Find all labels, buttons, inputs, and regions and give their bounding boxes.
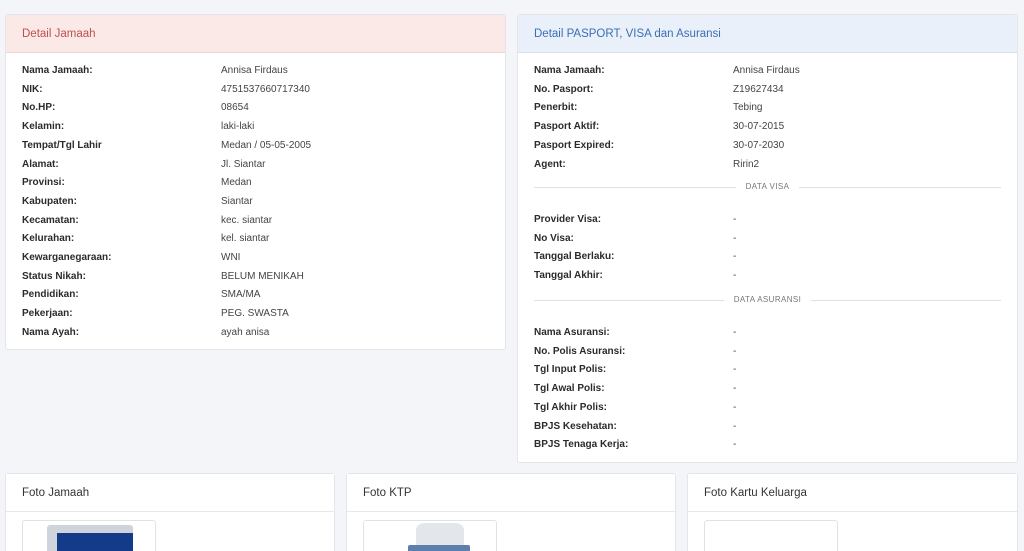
jamaah-field-label: Nama Jamaah: [22,65,93,76]
jamaah-field-label: Kecamatan: [22,214,79,226]
jamaah-field-label: Kelurahan: [22,233,75,245]
data-asuransi-divider: DATA ASURANSI [534,294,1001,306]
detail-jamaah-header: Detail Jamaah [6,15,505,53]
detail-paspor-card: Detail PASPORT, VISA dan Asuransi Nama J… [517,14,1018,463]
asuransi-field-value: - [733,327,737,338]
visa-field-value: - [733,270,737,282]
detail-paspor-header: Detail PASPORT, VISA dan Asuransi [518,15,1017,53]
paspor-field-label: Nama Jamaah: [534,65,605,76]
foto-kk-thumbnail[interactable] [704,520,838,551]
data-visa-divider: DATA VISA [534,181,1001,193]
jamaah-field-value: Medan [221,177,252,189]
jamaah-field-label: NIK: [22,83,43,95]
jamaah-field-label: Nama Ayah: [22,326,80,338]
visa-field-label: Tanggal Berlaku: [534,251,615,263]
paspor-field-label: No. Pasport: [534,83,594,95]
jamaah-field-value: PEG. SWASTA [221,308,289,320]
data-asuransi-label: DATA ASURANSI [723,294,812,306]
paspor-field-label: Agent: [534,158,566,170]
jamaah-field-value: BELUM MENIKAH [221,270,304,282]
jamaah-field-label: Kewarganegaraan: [22,252,112,263]
visa-field-value: - [733,214,737,225]
paspor-field-value: Tebing [733,102,763,114]
foto-ktp-thumbnail[interactable] [363,520,497,551]
paspor-field-value: 30-07-2015 [733,121,785,133]
jamaah-field-value: SMA/MA [221,289,261,301]
jamaah-field-value: Jl. Siantar [221,158,266,170]
jamaah-field-label: Tempat/Tgl Lahir [22,139,102,151]
foto-jamaah-card: Foto Jamaah [5,473,335,551]
jamaah-field-value: WNI [221,252,241,263]
asuransi-field-label: Tgl Awal Polis: [534,383,605,395]
jamaah-field-label: Kelamin: [22,121,65,133]
foto-ktp-header: Foto KTP [347,474,675,512]
asuransi-field-value: - [733,364,737,376]
foto-kk-header: Foto Kartu Keluarga [688,474,1017,512]
paspor-field-label: Pasport Expired: [534,139,615,151]
foto-jamaah-header: Foto Jamaah [6,474,334,512]
visa-field-value: - [733,251,737,263]
data-visa-label: DATA VISA [735,181,800,193]
visa-field-label: Provider Visa: [534,214,602,225]
jamaah-field-value: Annisa Firdaus [221,65,288,76]
foto-jamaah-image [47,525,133,551]
jamaah-field-value: 08654 [221,102,249,114]
jamaah-field-label: Pendidikan: [22,289,79,301]
visa-field-label: Tanggal Akhir: [534,270,603,282]
jamaah-field-value: Medan / 05-05-2005 [221,139,312,151]
jamaah-field-label: Kabupaten: [22,195,77,207]
asuransi-field-label: BPJS Kesehatan: [534,420,617,432]
jamaah-field-value: Siantar [221,195,253,207]
asuransi-field-value: - [733,420,737,432]
paspor-field-value: Annisa Firdaus [733,65,800,76]
asuransi-field-value: - [733,439,737,451]
foto-ktp-image [408,523,470,551]
jamaah-field-label: No.HP: [22,102,56,114]
jamaah-field-value: 4751537660717340 [221,83,310,95]
jamaah-field-value: laki-laki [221,121,255,133]
jamaah-field-value: kel. siantar [221,233,270,245]
paspor-field-value: 30-07-2030 [733,139,785,151]
jamaah-field-label: Pekerjaan: [22,308,73,320]
paspor-field-label: Penerbit: [534,102,578,114]
jamaah-field-label: Provinsi: [22,177,65,189]
visa-field-label: No Visa: [534,232,574,244]
paspor-field-value: Z19627434 [733,83,784,95]
asuransi-field-value: - [733,401,737,413]
foto-jamaah-thumbnail[interactable] [22,520,156,551]
foto-kk-card: Foto Kartu Keluarga [687,473,1018,551]
foto-ktp-card: Foto KTP [346,473,676,551]
asuransi-field-label: BPJS Tenaga Kerja: [534,439,629,451]
jamaah-field-label: Status Nikah: [22,270,86,282]
paspor-field-value: Ririn2 [733,158,760,170]
detail-jamaah-card: Detail Jamaah Nama Jamaah: Annisa Firdaus… [5,14,506,350]
asuransi-field-value: - [733,383,737,395]
jamaah-field-label: Alamat: [22,158,59,170]
jamaah-field-value: ayah anisa [221,326,270,338]
asuransi-field-label: Tgl Akhir Polis: [534,401,607,413]
paspor-field-label: Pasport Aktif: [534,121,600,133]
visa-field-value: - [733,232,737,244]
asuransi-field-value: - [733,345,737,357]
jamaah-field-value: kec. siantar [221,214,273,226]
asuransi-field-label: No. Polis Asuransi: [534,345,626,357]
asuransi-field-label: Nama Asuransi: [534,327,610,338]
asuransi-field-label: Tgl Input Polis: [534,364,607,376]
